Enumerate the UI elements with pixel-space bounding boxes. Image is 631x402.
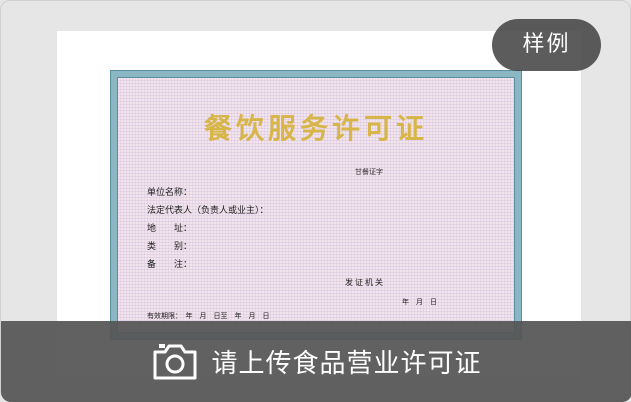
camera-icon xyxy=(153,343,197,379)
field-remarks: 备 注： xyxy=(147,260,193,270)
upload-button[interactable]: 请上传食品营业许可证 xyxy=(1,321,631,402)
issuing-authority: 发证机关 xyxy=(345,278,385,287)
certificate-number-label: 甘餐证字 xyxy=(355,168,383,176)
sample-badge: 样例 xyxy=(492,19,601,71)
upload-card[interactable]: 餐饮服务许可证 甘餐证字 单位名称： 法定代表人（负责人或业主）： 地 址： 类… xyxy=(0,0,631,402)
upload-label: 请上传食品营业许可证 xyxy=(211,349,482,379)
certificate-title: 餐饮服务许可证 xyxy=(203,112,428,145)
field-legal-representative: 法定代表人（负责人或业主）： xyxy=(147,206,269,216)
field-unit-name: 单位名称： xyxy=(147,188,193,198)
field-category: 类 别： xyxy=(147,242,193,252)
valid-period: 有效期限： 年 月 日至 年 月 日 xyxy=(147,312,270,320)
sample-certificate: 餐饮服务许可证 甘餐证字 单位名称： 法定代表人（负责人或业主）： 地 址： 类… xyxy=(111,71,521,339)
issue-date: 年 月 日 xyxy=(402,298,437,306)
field-address: 地 址： xyxy=(147,224,193,234)
